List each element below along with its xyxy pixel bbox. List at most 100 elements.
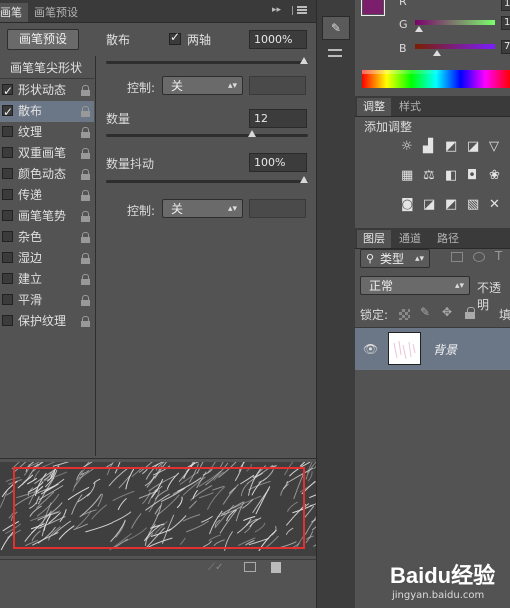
brush-tip-shape-item[interactable]: 画笔笔尖形状 — [10, 59, 82, 76]
filter-type-icon[interactable]: T — [495, 249, 502, 263]
color-spectrum-bar[interactable] — [362, 70, 510, 88]
brush-setting-item[interactable]: ✓ 形状动态 — [0, 80, 94, 101]
threshold-icon[interactable]: ◩ — [445, 198, 461, 212]
panel-menu-icon[interactable] — [292, 4, 312, 16]
invert-icon[interactable]: ◙ — [401, 198, 417, 212]
tab-channels[interactable]: 通道 — [393, 230, 427, 248]
collapse-icon[interactable]: ▸▸ — [272, 5, 281, 15]
scatter-control-select[interactable]: 关 ▴▾ — [162, 76, 243, 95]
lock-icon[interactable] — [81, 190, 90, 201]
brush-setting-item[interactable]: 双重画笔 — [0, 143, 94, 164]
both-axes-checkbox[interactable]: ✓ — [169, 30, 181, 45]
lock-icon[interactable] — [81, 85, 90, 96]
scatter-value-field[interactable]: 1000% — [249, 30, 307, 49]
lock-icon[interactable] — [81, 253, 90, 264]
brush-presets-button[interactable]: 画笔预设 — [7, 29, 79, 50]
lock-icon[interactable] — [81, 295, 90, 306]
count-jitter-control-select[interactable]: 关 ▴▾ — [162, 199, 243, 218]
lock-icon[interactable] — [81, 169, 90, 180]
grid-icon[interactable] — [244, 562, 256, 572]
brush-setting-checkbox[interactable] — [2, 189, 13, 200]
brush-setting-checkbox[interactable] — [2, 210, 13, 221]
tab-brush-presets[interactable]: 画笔预设 — [28, 3, 84, 22]
adjustments-tab-bar: 调整 样式 — [355, 96, 510, 117]
brush-setting-checkbox[interactable] — [2, 147, 13, 158]
tab-styles[interactable]: 样式 — [393, 98, 427, 116]
lock-transparency-icon[interactable] — [399, 309, 410, 320]
vibrance-icon[interactable]: ▦ — [401, 169, 417, 183]
brush-presets-dock-button[interactable] — [322, 44, 348, 66]
tab-brush[interactable]: 画笔 — [0, 3, 28, 22]
lock-icon[interactable] — [81, 274, 90, 285]
brush-setting-item[interactable]: 杂色 — [0, 227, 94, 248]
visibility-eye-icon[interactable]: 👁 — [363, 342, 378, 356]
channel-g-slider[interactable] — [415, 20, 495, 25]
count-jitter-slider[interactable] — [106, 176, 308, 183]
lock-move-icon[interactable]: ✥ — [442, 305, 452, 319]
count-slider[interactable] — [106, 130, 308, 137]
brush-setting-checkbox[interactable] — [2, 273, 13, 284]
levels-icon[interactable]: ▟ — [423, 140, 439, 154]
brush-setting-checkbox[interactable]: ✓ — [2, 105, 13, 119]
brush-setting-checkbox[interactable] — [2, 252, 13, 263]
sliders-icon — [328, 49, 342, 51]
exposure-icon[interactable]: ◪ — [467, 140, 483, 154]
layer-row-background[interactable]: 👁 背景 — [355, 328, 510, 370]
brush-setting-item[interactable]: 平滑 — [0, 290, 94, 311]
filter-pixel-icon[interactable] — [451, 252, 463, 262]
photo-filter-icon[interactable]: ◘ — [467, 169, 483, 183]
brush-setting-item[interactable]: 建立 — [0, 269, 94, 290]
blend-mode-select[interactable]: 正常 ▴▾ — [360, 276, 470, 295]
gradient-map-icon[interactable]: ✕ — [489, 198, 505, 212]
count-slider-knob[interactable] — [248, 130, 256, 137]
toggle-preview-icon[interactable]: ⟋✓ — [208, 562, 223, 573]
tab-adjustments[interactable]: 调整 — [357, 98, 391, 116]
scatter-slider-knob[interactable] — [300, 57, 308, 64]
brush-setting-checkbox[interactable] — [2, 294, 13, 305]
count-jitter-value-field[interactable]: 100% — [249, 153, 307, 172]
channel-mixer-icon[interactable]: ❀ — [489, 169, 505, 183]
balance-icon[interactable]: ⚖ — [423, 169, 439, 183]
brush-setting-checkbox[interactable] — [2, 168, 13, 179]
brush-setting-item[interactable]: 画笔笔势 — [0, 206, 94, 227]
count-jitter-slider-knob[interactable] — [300, 176, 308, 183]
brush-setting-checkbox[interactable] — [2, 231, 13, 242]
lock-paint-icon[interactable]: ✎ — [420, 305, 430, 319]
selective-color-icon[interactable]: ▧ — [467, 198, 483, 212]
brush-setting-checkbox[interactable]: ✓ — [2, 84, 13, 98]
brush-panel-dock-button[interactable]: ✎ — [322, 16, 350, 40]
brush-setting-item[interactable]: 纹理 — [0, 122, 94, 143]
count-value-field[interactable]: 12 — [249, 109, 307, 128]
lock-icon[interactable] — [81, 127, 90, 138]
lock-icon[interactable] — [81, 232, 90, 243]
scatter-slider[interactable] — [106, 57, 308, 64]
channel-b-knob[interactable] — [433, 50, 441, 56]
tab-paths[interactable]: 路径 — [431, 230, 465, 248]
channel-g-knob[interactable] — [415, 26, 423, 32]
lock-icon[interactable] — [81, 148, 90, 159]
layer-filter-select[interactable]: ⚲ 类型 ▴▾ — [360, 249, 430, 268]
brush-setting-item[interactable]: ✓ 散布 — [0, 101, 94, 122]
brightness-icon[interactable]: ☼ — [401, 140, 417, 154]
tab-layers[interactable]: 图层 — [357, 230, 391, 248]
foreground-color-swatch[interactable] — [361, 0, 385, 16]
brush-setting-checkbox[interactable] — [2, 126, 13, 137]
channel-b-slider[interactable] — [415, 44, 495, 49]
filter-adjustment-icon[interactable] — [473, 252, 485, 262]
lock-icon[interactable] — [81, 211, 90, 222]
brush-setting-item[interactable]: 湿边 — [0, 248, 94, 269]
posterize-icon[interactable]: ◪ — [423, 198, 439, 212]
brush-setting-item[interactable]: 颜色动态 — [0, 164, 94, 185]
curves-icon[interactable]: ◩ — [445, 140, 461, 154]
brush-setting-item[interactable]: 保护纹理 — [0, 311, 94, 332]
channel-b-field[interactable]: 7 — [501, 40, 510, 54]
lock-icon[interactable] — [81, 316, 90, 327]
lock-icon[interactable] — [81, 106, 90, 117]
black-white-icon[interactable]: ◧ — [445, 169, 461, 183]
new-brush-icon[interactable] — [271, 562, 281, 573]
gradient-triangle-icon[interactable]: ▽ — [489, 140, 505, 154]
brush-setting-checkbox[interactable] — [2, 315, 13, 326]
brush-setting-item[interactable]: 传递 — [0, 185, 94, 206]
channel-g-field[interactable]: 1 — [501, 16, 510, 30]
channel-r-field[interactable]: 1 — [501, 0, 510, 11]
